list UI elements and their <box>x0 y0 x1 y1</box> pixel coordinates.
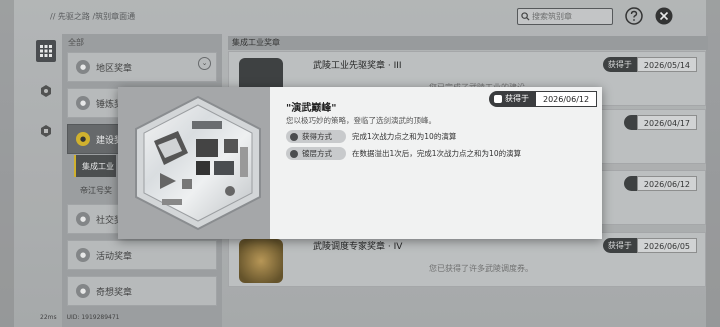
obtain-icon <box>290 132 298 141</box>
obtain-method-text: 完成1次战力点之和为10的演算 <box>352 132 457 141</box>
obtain-method-row: 获得方式 完成1次战力点之和为10的演算 <box>286 130 456 143</box>
medal-preview-panel <box>118 87 270 239</box>
obtain-method-pill: 获得方式 <box>286 130 346 143</box>
modal-title: "演武巅峰" <box>286 103 337 114</box>
plating-method-row: 镀层方式 在数据溢出1次后，完成1次战力点之和为10的演算 <box>286 147 521 160</box>
plating-icon <box>290 149 298 158</box>
medal-detail-modal: "演武巅峰" 您以极巧妙的策略，登临了选剑演武的顶峰。 获得于 2026/06/… <box>118 87 602 239</box>
plating-method-text: 在数据溢出1次后，完成1次战力点之和为10的演算 <box>352 149 522 158</box>
plating-method-label: 镀层方式 <box>302 149 332 158</box>
obtain-method-label: 获得方式 <box>302 132 332 141</box>
medal-badge-icon <box>135 95 261 231</box>
obtained-label: 获得于 <box>489 91 535 107</box>
plating-method-pill: 镀层方式 <box>286 147 346 160</box>
obtained-date: 2026/06/12 <box>535 91 598 107</box>
modal-description: 您以极巧妙的策略，登临了选剑演武的顶峰。 <box>286 116 436 125</box>
obtained-tag: 获得于 2026/06/12 <box>489 91 598 107</box>
